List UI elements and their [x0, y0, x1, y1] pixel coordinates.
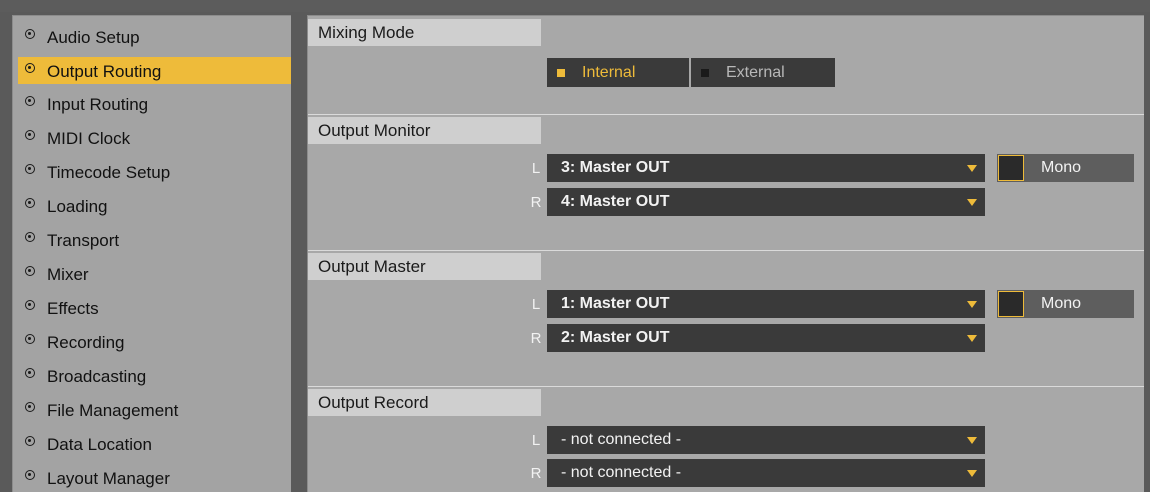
- radio-bullet-icon: [25, 333, 35, 344]
- output-record-left-dropdown[interactable]: - not connected -: [547, 426, 985, 454]
- radio-bullet-icon: [25, 129, 35, 140]
- mixing-mode-internal-label: Internal: [582, 63, 636, 81]
- output-master-left-label: L: [531, 295, 541, 313]
- output-record-left-label: L: [531, 431, 541, 449]
- mono-checkbox[interactable]: [998, 155, 1024, 181]
- output-monitor-right-value: 4: Master OUT: [561, 193, 670, 210]
- mixing-mode-internal-button[interactable]: Internal: [547, 58, 689, 87]
- sidebar-item-timecode-setup[interactable]: Timecode Setup: [18, 158, 291, 185]
- sidebar-item-effects[interactable]: Effects: [18, 294, 291, 321]
- radio-bullet-icon: [25, 299, 35, 310]
- mono-label: Mono: [1041, 295, 1082, 312]
- sidebar-item-layout-manager[interactable]: Layout Manager: [18, 464, 291, 491]
- chevron-down-icon: [967, 199, 977, 206]
- sidebar-item-broadcasting[interactable]: Broadcasting: [18, 362, 291, 389]
- sidebar-item-label: Timecode Setup: [47, 163, 171, 182]
- sidebar-item-label: Broadcasting: [47, 367, 147, 386]
- output-record-right-dropdown[interactable]: - not connected -: [547, 459, 985, 487]
- section-divider: [308, 386, 1144, 387]
- output-master-left-dropdown[interactable]: 1: Master OUT: [547, 290, 985, 318]
- output-monitor-left-value: 3: Master OUT: [561, 159, 670, 176]
- preferences-sidebar: Audio Setup Output Routing Input Routing…: [12, 15, 291, 492]
- sidebar-item-audio-setup[interactable]: Audio Setup: [18, 23, 291, 50]
- radio-bullet-icon: [25, 95, 35, 106]
- sidebar-item-label: Audio Setup: [47, 28, 140, 47]
- section-divider: [308, 114, 1144, 115]
- window-top-bar: [0, 0, 1150, 12]
- radio-bullet-icon: [25, 265, 35, 276]
- selected-indicator-icon: [557, 68, 565, 77]
- sidebar-item-output-routing[interactable]: Output Routing: [18, 57, 291, 84]
- output-master-header: Output Master: [308, 253, 541, 280]
- output-monitor-right-dropdown[interactable]: 4: Master OUT: [547, 188, 985, 216]
- radio-bullet-icon: [25, 197, 35, 208]
- sidebar-item-label: File Management: [47, 401, 179, 420]
- mixing-mode-external-label: External: [726, 63, 785, 81]
- chevron-down-icon: [967, 470, 977, 477]
- sidebar-item-label: Layout Manager: [47, 469, 170, 488]
- sidebar-item-input-routing[interactable]: Input Routing: [18, 90, 291, 117]
- mixing-mode-header: Mixing Mode: [308, 19, 541, 46]
- sidebar-item-label: Transport: [47, 231, 120, 250]
- mixing-mode-external-button[interactable]: External: [691, 58, 835, 87]
- mono-label: Mono: [1041, 159, 1082, 176]
- sidebar-item-loading[interactable]: Loading: [18, 192, 291, 219]
- output-master-mono-toggle[interactable]: Mono: [997, 290, 1134, 318]
- sidebar-item-transport[interactable]: Transport: [18, 226, 291, 253]
- output-monitor-header: Output Monitor: [308, 117, 541, 144]
- sidebar-item-label: Mixer: [47, 265, 89, 284]
- radio-bullet-icon: [25, 469, 35, 480]
- output-record-right-value: - not connected -: [561, 464, 682, 481]
- sidebar-item-recording[interactable]: Recording: [18, 328, 291, 355]
- sidebar-item-label: Effects: [47, 299, 99, 318]
- radio-bullet-icon: [25, 231, 35, 242]
- output-record-left-value: - not connected -: [561, 431, 682, 448]
- sidebar-item-midi-clock[interactable]: MIDI Clock: [18, 124, 291, 151]
- output-record-header: Output Record: [308, 389, 541, 416]
- sidebar-item-label: MIDI Clock: [47, 129, 131, 148]
- chevron-down-icon: [967, 335, 977, 342]
- sidebar-item-label: Recording: [47, 333, 125, 352]
- output-master-left-value: 1: Master OUT: [561, 295, 670, 312]
- section-divider: [308, 250, 1144, 251]
- sidebar-item-label: Loading: [47, 197, 108, 216]
- sidebar-item-data-location[interactable]: Data Location: [18, 430, 291, 457]
- output-monitor-right-label: R: [530, 193, 542, 211]
- output-record-right-label: R: [530, 464, 542, 482]
- output-master-right-label: R: [530, 329, 542, 347]
- chevron-down-icon: [967, 301, 977, 308]
- radio-bullet-icon: [25, 62, 35, 73]
- sidebar-item-label: Input Routing: [47, 95, 149, 114]
- output-routing-panel: Mixing Mode Internal External Output Mon…: [307, 15, 1144, 492]
- sidebar-item-file-management[interactable]: File Management: [18, 396, 291, 423]
- unselected-indicator-icon: [701, 68, 709, 77]
- radio-bullet-icon: [25, 435, 35, 446]
- radio-bullet-icon: [25, 367, 35, 378]
- chevron-down-icon: [967, 437, 977, 444]
- sidebar-item-mixer[interactable]: Mixer: [18, 260, 291, 287]
- output-monitor-left-label: L: [531, 159, 541, 177]
- radio-bullet-icon: [25, 163, 35, 174]
- output-master-right-value: 2: Master OUT: [561, 329, 670, 346]
- output-monitor-left-dropdown[interactable]: 3: Master OUT: [547, 154, 985, 182]
- sidebar-item-label: Data Location: [47, 435, 152, 454]
- mono-checkbox[interactable]: [998, 291, 1024, 317]
- radio-bullet-icon: [25, 28, 35, 39]
- output-monitor-mono-toggle[interactable]: Mono: [997, 154, 1134, 182]
- radio-bullet-icon: [25, 401, 35, 412]
- output-master-right-dropdown[interactable]: 2: Master OUT: [547, 324, 985, 352]
- chevron-down-icon: [967, 165, 977, 172]
- sidebar-item-label: Output Routing: [47, 62, 162, 81]
